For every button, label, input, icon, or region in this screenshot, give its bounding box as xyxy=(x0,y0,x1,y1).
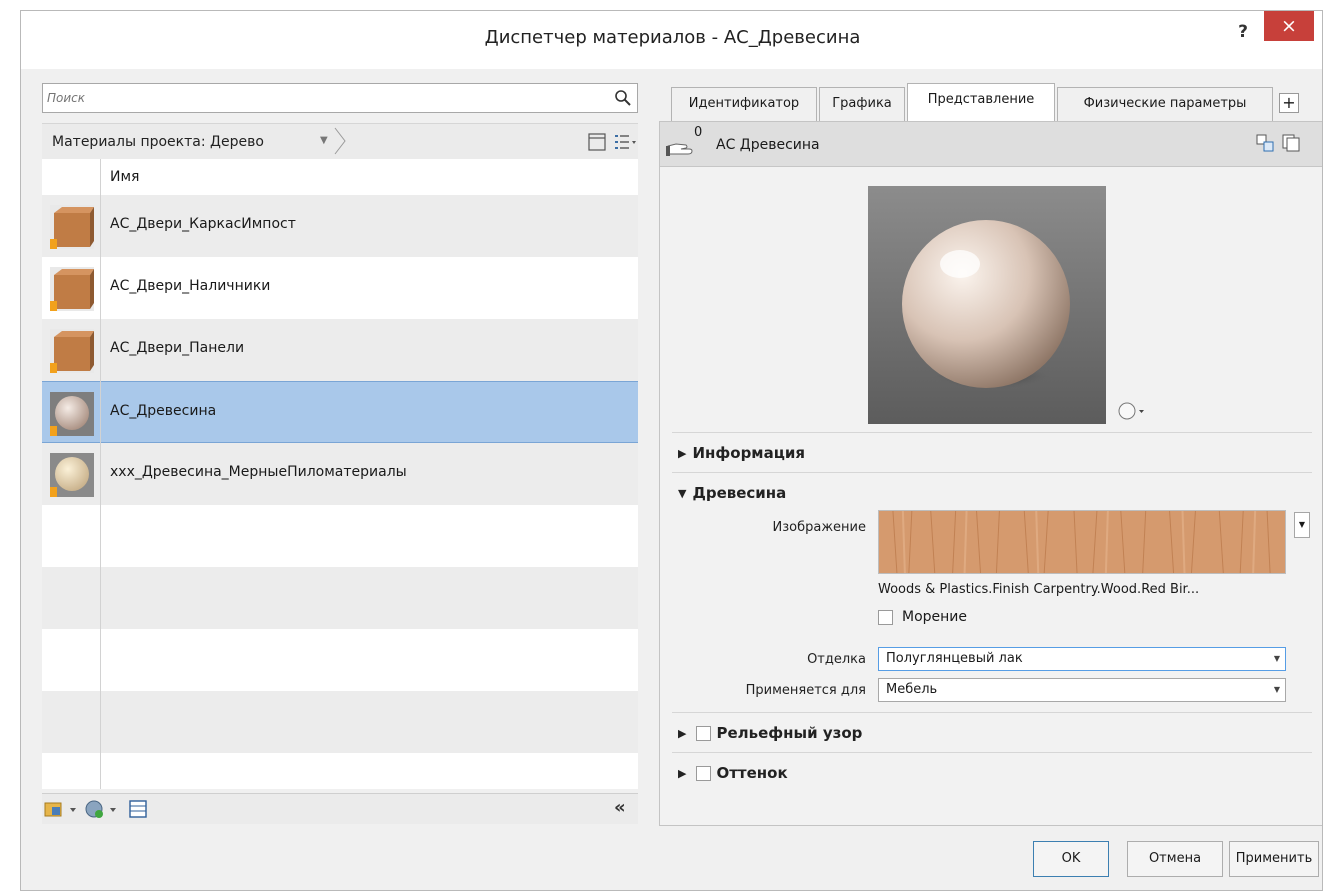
library-bar: Материалы проекта: Дерево ▼ xyxy=(42,123,638,160)
tab-identity[interactable]: Идентификатор xyxy=(671,87,817,121)
tab-appearance[interactable]: Представление xyxy=(907,83,1055,122)
help-button[interactable]: ? xyxy=(1231,19,1255,45)
section-divider xyxy=(672,752,1312,753)
empty-row xyxy=(42,629,638,691)
replace-asset-icon[interactable] xyxy=(1256,134,1274,152)
dropdown-arrow-icon: ▼ xyxy=(1273,685,1280,694)
material-row-selected[interactable]: АС_Древесина xyxy=(42,381,638,443)
sphere-material-icon xyxy=(50,392,94,436)
section-divider xyxy=(672,712,1312,713)
material-preview-image xyxy=(868,186,1106,424)
empty-row xyxy=(42,567,638,629)
breadcrumb-dropdown-icon[interactable]: ▼ xyxy=(320,135,328,146)
tab-physical[interactable]: Физические параметры xyxy=(1057,87,1273,121)
material-name: xxx_Древесина_МерныеПиломатериалы xyxy=(110,464,407,480)
expand-arrow-icon: ▶ xyxy=(678,447,687,460)
empty-row xyxy=(42,691,638,753)
material-row[interactable]: АС_Двери_Наличники xyxy=(42,257,638,319)
material-name: АС_Двери_Панели xyxy=(110,340,245,356)
preview-options-icon[interactable] xyxy=(1116,400,1146,422)
create-material-icon[interactable] xyxy=(84,799,120,819)
stain-checkbox[interactable] xyxy=(878,610,893,625)
name-column-header[interactable]: Имя xyxy=(110,169,139,185)
asset-usage-count: 0 xyxy=(694,125,703,140)
expand-arrow-icon: ▶ xyxy=(678,767,687,780)
tab-graphics[interactable]: Графика xyxy=(819,87,905,121)
tint-checkbox[interactable] xyxy=(696,766,711,781)
sphere-material-icon xyxy=(50,453,94,497)
dropdown-arrow-icon: ▼ xyxy=(1273,654,1280,663)
box-material-icon xyxy=(50,205,94,249)
library-menu-icon[interactable] xyxy=(44,799,80,819)
material-row[interactable]: АС_Двери_Панели xyxy=(42,319,638,381)
wood-texture-swatch[interactable] xyxy=(878,510,1286,574)
tab-bar: Идентификатор Графика Представление Физи… xyxy=(671,83,1321,122)
material-name: АС_Двери_КаркасИмпост xyxy=(110,216,296,232)
breadcrumb-separator-icon xyxy=(334,127,346,155)
material-manager-dialog: Диспетчер материалов - АС_Древесина ? × … xyxy=(20,10,1323,891)
material-name: АС_Древесина xyxy=(110,403,217,419)
finish-label: Отделка xyxy=(807,652,866,667)
section-divider xyxy=(672,432,1312,433)
material-name: АС_Двери_Наличники xyxy=(110,278,271,294)
section-information[interactable]: ▶ Информация xyxy=(678,444,805,462)
collapse-panel-button[interactable]: « xyxy=(614,799,626,819)
box-material-icon xyxy=(50,267,94,311)
material-row[interactable]: АС_Двери_КаркасИмпост xyxy=(42,195,638,257)
window-title: Диспетчер материалов - АС_Древесина xyxy=(484,27,861,48)
apply-button[interactable]: Применить xyxy=(1229,841,1319,877)
asset-bar: 0 АС Древесина xyxy=(660,122,1322,167)
browser-toolbar: « xyxy=(42,793,638,824)
column-divider xyxy=(100,159,101,789)
list-header: Имя xyxy=(42,159,638,195)
search-icon[interactable] xyxy=(614,89,632,107)
empty-row xyxy=(42,505,638,567)
title-bar: Диспетчер материалов - АС_Древесина ? × xyxy=(21,11,1322,69)
duplicate-asset-icon[interactable] xyxy=(1282,134,1300,152)
section-wood[interactable]: ▼ Древесина xyxy=(678,484,786,502)
section-divider xyxy=(672,472,1312,473)
list-view-icon[interactable] xyxy=(614,133,636,151)
image-file-name: Woods & Plastics.Finish Carpentry.Wood.R… xyxy=(878,582,1200,597)
breadcrumb[interactable]: Материалы проекта: Дерево xyxy=(52,134,264,150)
panel-layout-icon[interactable] xyxy=(588,133,606,151)
collapse-arrow-icon: ▼ xyxy=(678,487,687,500)
relief-checkbox[interactable] xyxy=(696,726,711,741)
image-label: Изображение xyxy=(772,520,866,535)
used-for-select[interactable]: Мебель ▼ xyxy=(878,678,1286,702)
add-asset-button[interactable]: + xyxy=(1279,93,1299,113)
asset-browser-icon[interactable] xyxy=(128,799,148,819)
material-row[interactable]: xxx_Древесина_МерныеПиломатериалы xyxy=(42,443,638,505)
image-dropdown-icon[interactable]: ▼ xyxy=(1294,512,1310,538)
section-tint[interactable]: ▶ Оттенок xyxy=(678,764,788,782)
stain-label: Морение xyxy=(902,609,968,625)
expand-arrow-icon: ▶ xyxy=(678,727,687,740)
used-for-label: Применяется для xyxy=(745,683,866,698)
asset-name: АС Древесина xyxy=(716,137,820,153)
close-button[interactable]: × xyxy=(1264,11,1314,41)
search-box xyxy=(42,83,638,113)
box-material-icon xyxy=(50,329,94,373)
finish-select[interactable]: Полуглянцевый лак ▼ xyxy=(878,647,1286,671)
ok-button[interactable]: OK xyxy=(1033,841,1109,877)
cancel-button[interactable]: Отмена xyxy=(1127,841,1223,877)
search-input[interactable] xyxy=(47,88,597,108)
appearance-panel: 0 АС Древесина ▶ Информация ▼ Древесина … xyxy=(659,121,1322,826)
empty-row xyxy=(42,753,638,789)
material-list: Имя АС_Двери_КаркасИмпост АС_Двери_Налич… xyxy=(42,159,638,789)
